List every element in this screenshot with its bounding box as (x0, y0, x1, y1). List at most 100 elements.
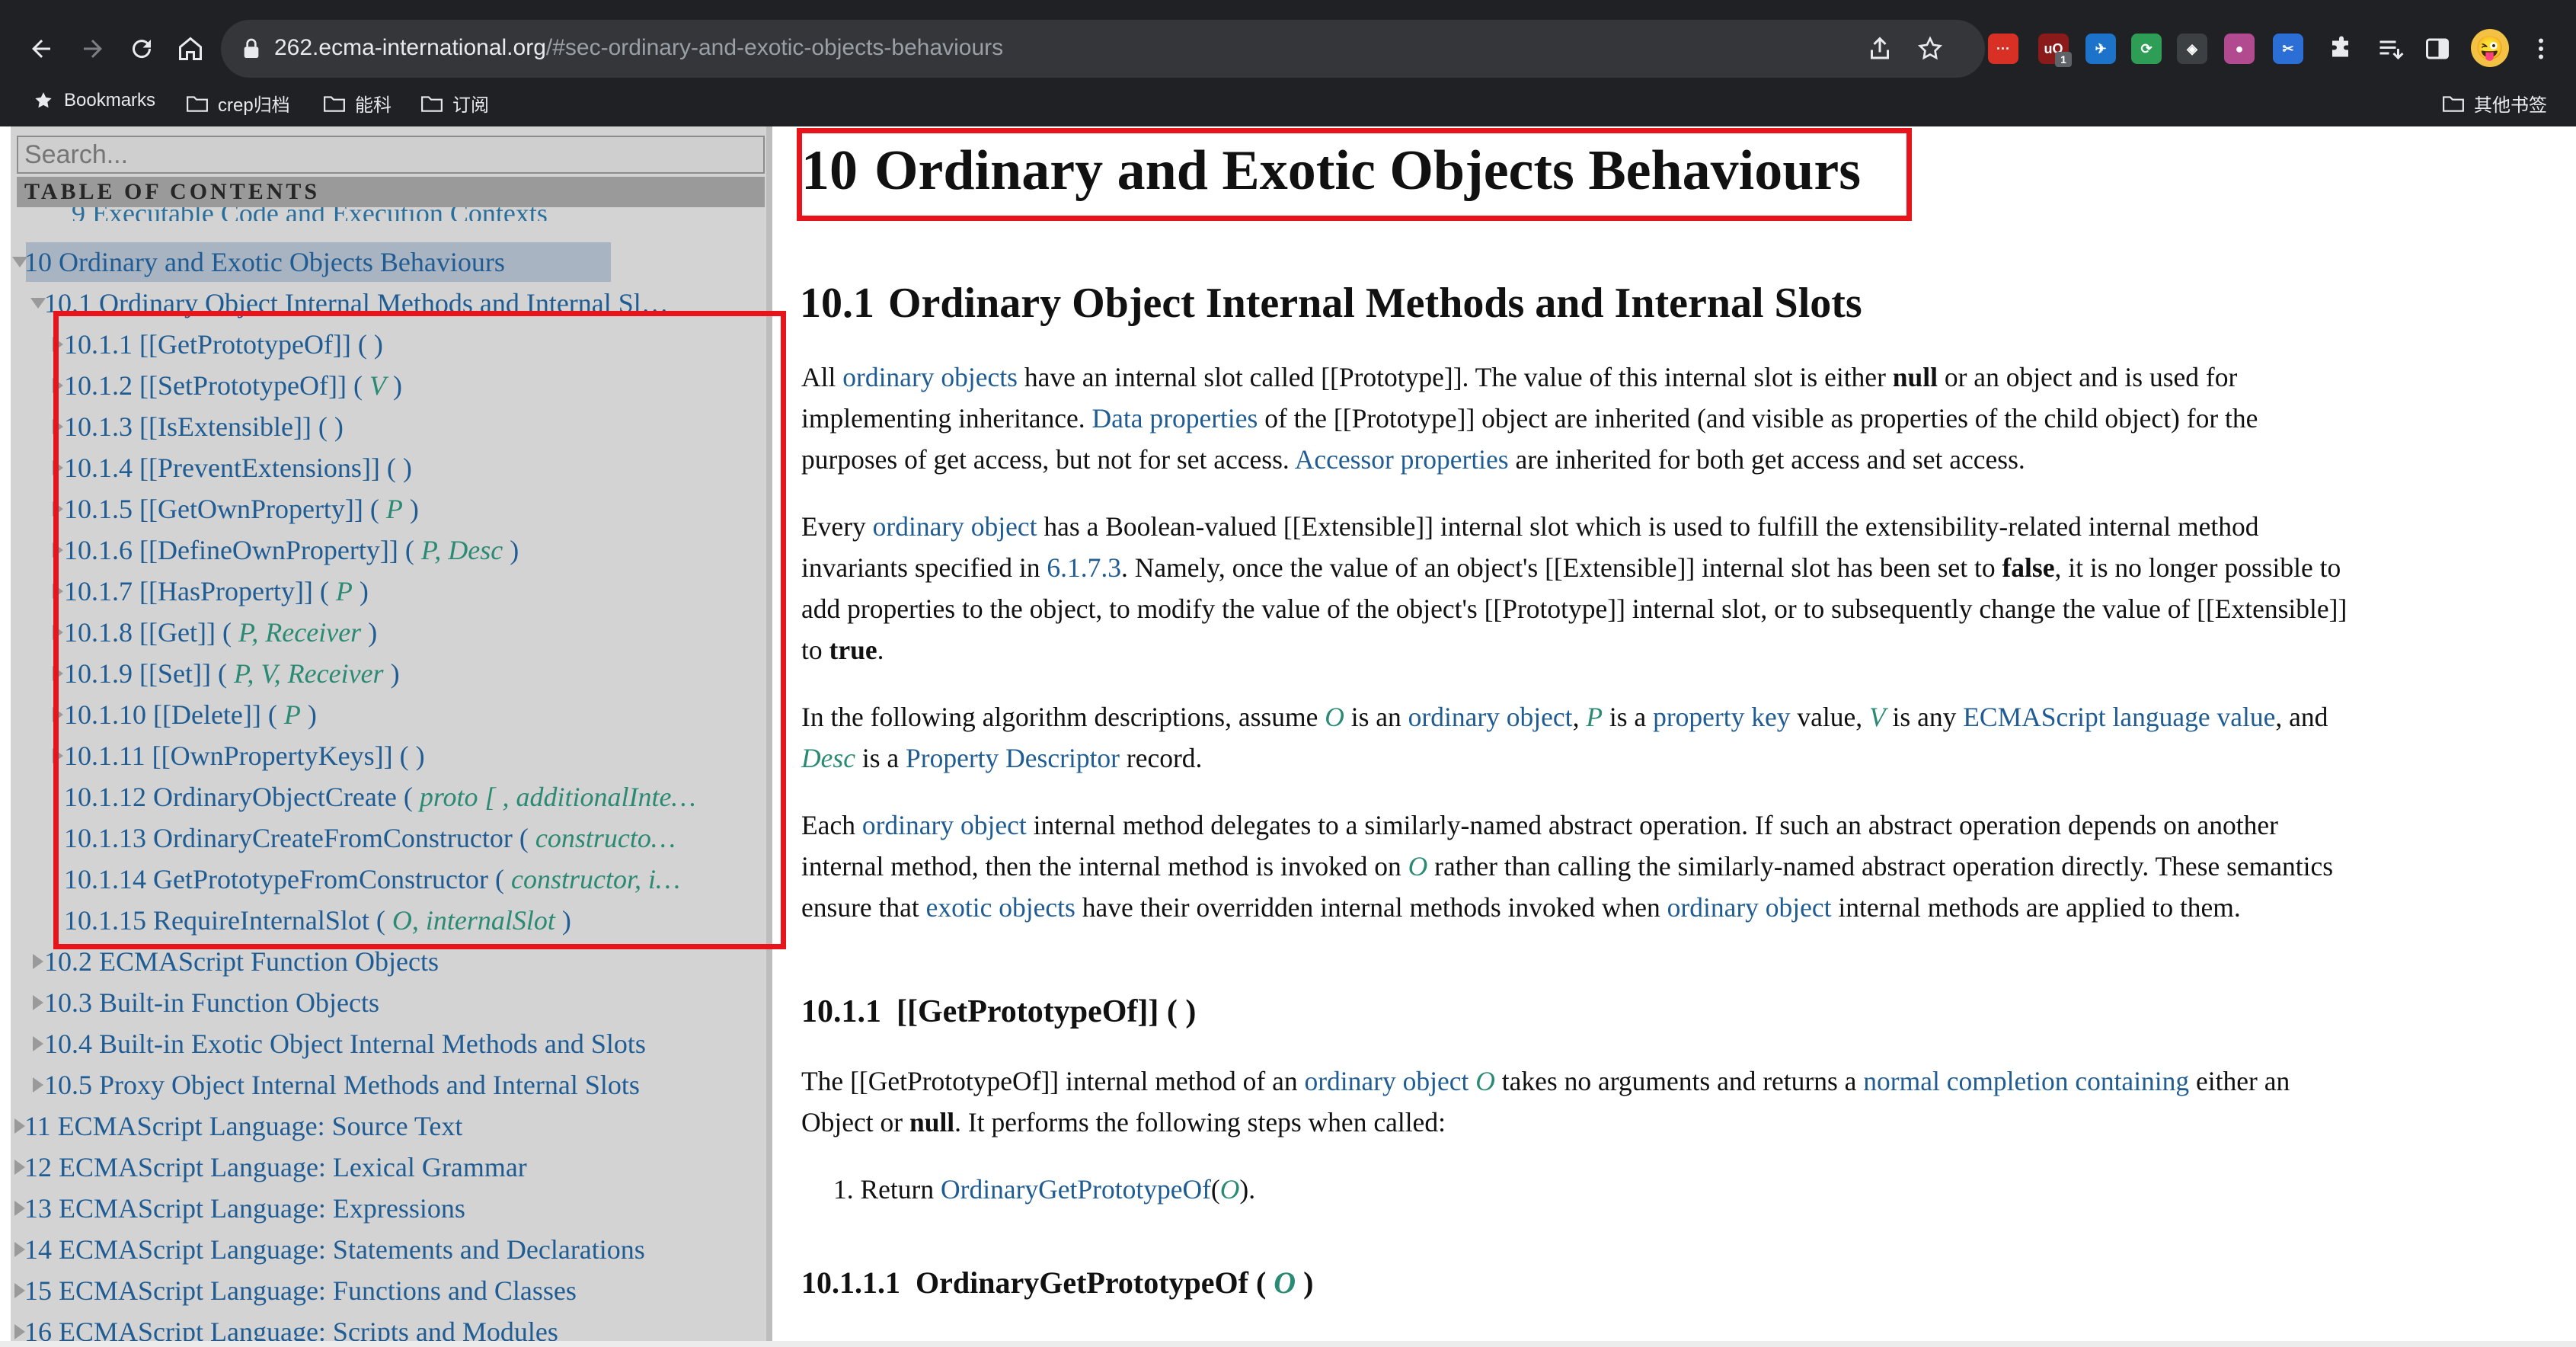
extension-scissors-icon[interactable]: ✂ (2273, 34, 2303, 64)
toc-item-text[interactable]: 10.1.10 [[Delete]] ( P ) (64, 695, 317, 734)
toc-item-15[interactable]: 15 ECMAScript Language: Functions and Cl… (11, 1271, 772, 1310)
spec-link[interactable]: property key (1653, 702, 1790, 732)
toc-item-10[interactable]: 10 Ordinary and Exotic Objects Behaviour… (11, 242, 772, 282)
toc-item-text[interactable]: 10.2 ECMAScript Function Objects (44, 942, 439, 981)
toc-item-10-1-9[interactable]: 10.1.9 [[Set]] ( P, V, Receiver ) (11, 654, 772, 693)
toc-item-text[interactable]: 10.3 Built-in Function Objects (44, 983, 379, 1022)
toc-item-text[interactable]: 11 ECMAScript Language: Source Text (24, 1106, 462, 1146)
toc-item-text[interactable]: 14 ECMAScript Language: Statements and D… (24, 1230, 645, 1269)
star-bookmark-icon[interactable] (1916, 35, 1944, 62)
toc-item-text[interactable]: 10.1.2 [[SetPrototypeOf]] ( V ) (64, 366, 402, 405)
forward-button[interactable] (72, 27, 114, 70)
toc-item-text[interactable]: 10.1.7 [[HasProperty]] ( P ) (64, 571, 369, 611)
spec-variable[interactable]: O (1325, 702, 1344, 732)
toc-item-11[interactable]: 11 ECMAScript Language: Source Text (11, 1106, 772, 1146)
toc-search-input[interactable] (17, 136, 765, 174)
spec-link[interactable]: ordinary object (1667, 892, 1832, 923)
toc-item-text[interactable]: 10.1.14 GetPrototypeFromConstructor ( co… (64, 859, 680, 899)
bookmark-folder-crep[interactable]: crep归档 (186, 90, 290, 117)
toc-item-text[interactable]: 10.1.9 [[Set]] ( P, V, Receiver ) (64, 654, 400, 693)
spec-link[interactable]: exotic objects (926, 892, 1075, 923)
toc-item-text[interactable]: 10.1.4 [[PreventExtensions]] ( ) (64, 448, 412, 488)
side-panel-button[interactable] (2416, 27, 2459, 70)
spec-variable[interactable]: O (1220, 1174, 1240, 1205)
bookmarks-button[interactable]: Bookmarks (32, 90, 155, 111)
extensions-menu-button[interactable] (2320, 27, 2363, 70)
toc-item-text[interactable]: 10.1.3 [[IsExtensible]] ( ) (64, 407, 344, 446)
toc-item-10-1-13[interactable]: 10.1.13 OrdinaryCreateFromConstructor ( … (11, 818, 772, 858)
toc-item-10-1-7[interactable]: 10.1.7 [[HasProperty]] ( P ) (11, 571, 772, 611)
toc-item-text[interactable]: 10.1.15 RequireInternalSlot ( O, interna… (64, 901, 571, 940)
extension-red-icon[interactable]: ··· (1988, 34, 2018, 64)
toc-item-10-3[interactable]: 10.3 Built-in Function Objects (11, 983, 772, 1022)
address-bar[interactable]: 262.ecma-international.org/#sec-ordinary… (221, 20, 1985, 78)
toc-item-13[interactable]: 13 ECMAScript Language: Expressions (11, 1189, 772, 1228)
toc-item-text[interactable]: 10.1.12 OrdinaryObjectCreate ( proto [ ,… (64, 777, 696, 817)
spec-link[interactable]: ECMAScript language value (1963, 702, 2275, 732)
toc-item-partially-hidden[interactable]: 9 Executable Code and Execution Contexts (72, 206, 548, 221)
extension-green-swirl-icon[interactable]: ⟳ (2131, 34, 2162, 64)
toc-item-10-4[interactable]: 10.4 Built-in Exotic Object Internal Met… (11, 1024, 772, 1064)
toc-item-text[interactable]: 16 ECMAScript Language: Scripts and Modu… (24, 1312, 558, 1341)
toc-item-10-1-2[interactable]: 10.1.2 [[SetPrototypeOf]] ( V ) (11, 366, 772, 405)
toc-item-text[interactable]: 10 Ordinary and Exotic Objects Behaviour… (24, 242, 505, 282)
toc-item-text[interactable]: 10.1.5 [[GetOwnProperty]] ( P ) (64, 489, 419, 529)
toc-item-10-1-11[interactable]: 10.1.11 [[OwnPropertyKeys]] ( ) (11, 736, 772, 776)
toc-item-10-1-12[interactable]: 10.1.12 OrdinaryObjectCreate ( proto [ ,… (11, 777, 772, 817)
spec-link[interactable]: ordinary object (1304, 1066, 1469, 1096)
toc-item-text[interactable]: 10.1.6 [[DefineOwnProperty]] ( P, Desc ) (64, 530, 519, 570)
spec-link[interactable]: 6.1.7.3 (1047, 552, 1121, 583)
spec-variable[interactable]: O (1408, 851, 1428, 881)
toc-item-text[interactable]: 10.5 Proxy Object Internal Methods and I… (44, 1065, 640, 1105)
spec-variable[interactable]: P (1586, 702, 1603, 732)
chrome-menu-button[interactable] (2520, 27, 2562, 70)
method-param[interactable]: O (1274, 1265, 1296, 1300)
profile-avatar[interactable]: 😜 (2471, 29, 2509, 67)
toc-item-16[interactable]: 16 ECMAScript Language: Scripts and Modu… (11, 1312, 772, 1341)
extension-pink-dot-icon[interactable]: ● (2224, 34, 2255, 64)
other-bookmarks-folder[interactable]: 其他书签 (2442, 90, 2547, 117)
spec-link[interactable]: Accessor properties (1295, 444, 1509, 475)
toc-item-text[interactable]: 12 ECMAScript Language: Lexical Grammar (24, 1147, 527, 1187)
toc-item-10-2[interactable]: 10.2 ECMAScript Function Objects (11, 942, 772, 981)
toc-item-10-1-10[interactable]: 10.1.10 [[Delete]] ( P ) (11, 695, 772, 734)
toc-item-text[interactable]: 10.4 Built-in Exotic Object Internal Met… (44, 1024, 646, 1064)
toc-item-10-1-6[interactable]: 10.1.6 [[DefineOwnProperty]] ( P, Desc ) (11, 530, 772, 570)
bookmark-folder-dingyue[interactable]: 订阅 (420, 90, 489, 117)
toc-item-12[interactable]: 12 ECMAScript Language: Lexical Grammar (11, 1147, 772, 1187)
toc-item-text[interactable]: 15 ECMAScript Language: Functions and Cl… (24, 1271, 577, 1310)
home-button[interactable] (169, 27, 212, 70)
toc-item-text[interactable]: 10.1 Ordinary Object Internal Methods an… (44, 283, 669, 323)
toc-item-text[interactable]: 10.1.11 [[OwnPropertyKeys]] ( ) (64, 736, 425, 776)
spec-link[interactable]: OrdinaryGetPrototypeOf (941, 1174, 1211, 1205)
extension-blue-bird-icon[interactable]: ✈ (2085, 34, 2116, 64)
spec-link[interactable]: ordinary object (873, 511, 1037, 542)
spec-link[interactable]: Data properties (1092, 403, 1258, 434)
toc-item-10-1-14[interactable]: 10.1.14 GetPrototypeFromConstructor ( co… (11, 859, 772, 899)
spec-link[interactable]: normal completion containing (1863, 1066, 2189, 1096)
toc-item-10-1-3[interactable]: 10.1.3 [[IsExtensible]] ( ) (11, 407, 772, 446)
bookmark-folder-nengke[interactable]: 能科 (323, 90, 392, 117)
toc-item-10-1-5[interactable]: 10.1.5 [[GetOwnProperty]] ( P ) (11, 489, 772, 529)
toc-item-text[interactable]: 10.1.1 [[GetPrototypeOf]] ( ) (64, 325, 383, 364)
extension-dark-square-icon[interactable]: ◈ (2177, 34, 2207, 64)
toc-item-14[interactable]: 14 ECMAScript Language: Statements and D… (11, 1230, 772, 1269)
spec-link[interactable]: ordinary objects (842, 362, 1018, 392)
toc-item-10-1-4[interactable]: 10.1.4 [[PreventExtensions]] ( ) (11, 448, 772, 488)
spec-variable[interactable]: O (1475, 1066, 1495, 1096)
spec-variable[interactable]: V (1869, 702, 1886, 732)
toc-item-10-5[interactable]: 10.5 Proxy Object Internal Methods and I… (11, 1065, 772, 1105)
toc-item-10-1-8[interactable]: 10.1.8 [[Get]] ( P, Receiver ) (11, 613, 772, 652)
share-icon[interactable] (1866, 35, 1894, 62)
toc-item-10-1[interactable]: 10.1 Ordinary Object Internal Methods an… (11, 283, 772, 323)
spec-link[interactable]: ordinary object (862, 810, 1027, 840)
toc-item-10-1-1[interactable]: 10.1.1 [[GetPrototypeOf]] ( ) (11, 325, 772, 364)
reload-button[interactable] (120, 27, 163, 70)
toc-item-10-1-15[interactable]: 10.1.15 RequireInternalSlot ( O, interna… (11, 901, 772, 940)
toc-item-text[interactable]: 13 ECMAScript Language: Expressions (24, 1189, 465, 1228)
back-button[interactable] (20, 27, 62, 70)
spec-link[interactable]: ordinary object (1408, 702, 1573, 732)
spec-link[interactable]: Property Descriptor (906, 743, 1120, 773)
reading-list-button[interactable] (2369, 27, 2411, 70)
toc-item-text[interactable]: 10.1.8 [[Get]] ( P, Receiver ) (64, 613, 377, 652)
